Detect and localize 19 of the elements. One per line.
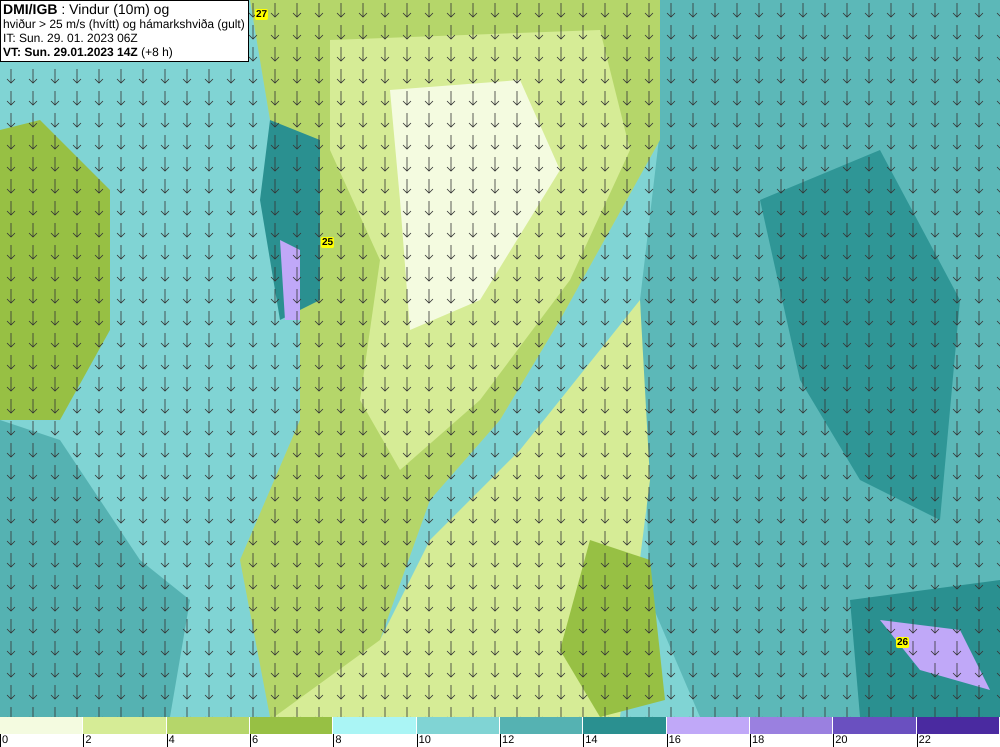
gust-label: 26 bbox=[896, 637, 910, 648]
header-text: VT: Sun. 29.01.2023 14Z (+8 h) bbox=[3, 45, 174, 59]
legend-label: 2 bbox=[85, 734, 92, 746]
legend-label: 10 bbox=[418, 734, 431, 746]
header-text: hviður > 25 m/s (hvítt) og hámarkshviða (gult) bbox=[3, 17, 245, 31]
gust-label: 25 bbox=[321, 237, 334, 248]
legend-label: 6 bbox=[252, 734, 258, 746]
legend-label: 12 bbox=[502, 734, 514, 746]
header-text: IT: Sun. 29. 01. 2023 06Z bbox=[3, 31, 139, 45]
legend-label: 20 bbox=[835, 734, 848, 746]
legend-label: 18 bbox=[752, 734, 764, 746]
legend-label: 4 bbox=[168, 734, 175, 746]
legend-label: 22 bbox=[918, 734, 931, 746]
legend-label: 14 bbox=[585, 734, 598, 746]
header-text: DMI/IGB : Vindur (10m) og bbox=[3, 2, 170, 17]
legend-label: 8 bbox=[335, 734, 342, 746]
legend-label: 0 bbox=[2, 734, 8, 746]
legend-label: 16 bbox=[668, 734, 681, 746]
gust-label: 27 bbox=[255, 9, 268, 20]
